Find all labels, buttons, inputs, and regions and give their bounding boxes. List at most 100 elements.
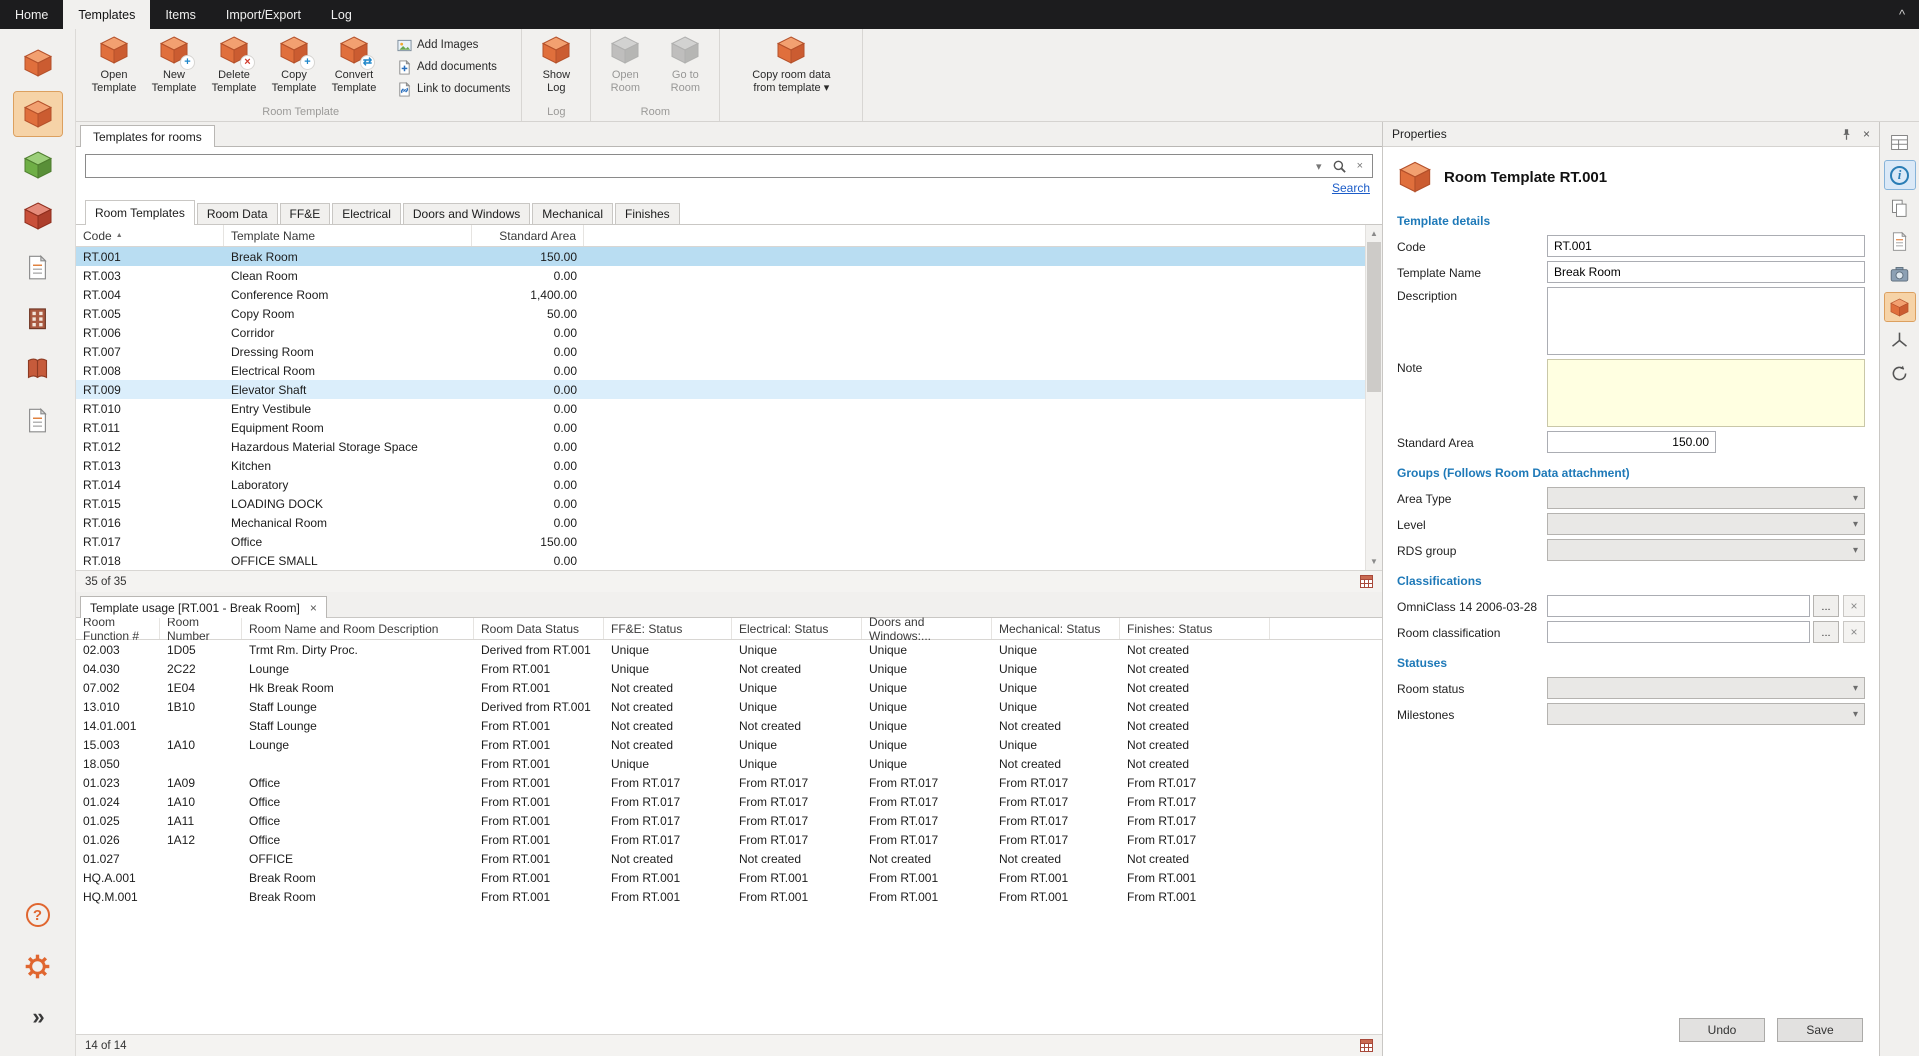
- show-log-button[interactable]: Show Log: [527, 31, 585, 105]
- scroll-thumb[interactable]: [1367, 242, 1381, 392]
- copy-template-button[interactable]: + Copy Template: [265, 31, 323, 105]
- template-row[interactable]: RT.007 Dressing Room 0.00: [76, 342, 1382, 361]
- go-to-room-button[interactable]: Go to Room: [656, 31, 714, 105]
- note-textarea[interactable]: [1547, 359, 1865, 427]
- description-textarea[interactable]: [1547, 287, 1865, 355]
- column-header-room-data-status[interactable]: Room Data Status: [474, 618, 604, 639]
- sidebar-item-products[interactable]: [14, 194, 62, 238]
- undo-button[interactable]: Undo: [1679, 1018, 1765, 1042]
- column-header-doors-windows-status[interactable]: Doors and Windows:...: [862, 618, 992, 639]
- open-room-button[interactable]: Open Room: [596, 31, 654, 105]
- settings-button[interactable]: [14, 944, 62, 988]
- template-row[interactable]: RT.009 Elevator Shaft 0.00: [76, 380, 1382, 399]
- usage-row[interactable]: 04.030 2C22 Lounge From RT.001 Unique No…: [76, 659, 1382, 678]
- omniclass-browse-button[interactable]: ...: [1813, 595, 1839, 617]
- sidebar-item-rooms[interactable]: [14, 41, 62, 85]
- omniclass-clear-button[interactable]: ×: [1843, 595, 1865, 617]
- template-row[interactable]: RT.008 Electrical Room 0.00: [76, 361, 1382, 380]
- subtab[interactable]: FF&E: [280, 203, 331, 224]
- subtab[interactable]: Doors and Windows: [403, 203, 530, 224]
- usage-row[interactable]: 15.003 1A10 Lounge From RT.001 Not creat…: [76, 735, 1382, 754]
- search-icon[interactable]: [1327, 159, 1352, 174]
- tab-template-usage[interactable]: Template usage [RT.001 - Break Room] ×: [80, 596, 327, 618]
- menu-item[interactable]: Templates: [63, 0, 150, 29]
- subtab[interactable]: Room Data: [197, 203, 278, 224]
- rds-group-select[interactable]: ▾: [1547, 539, 1865, 561]
- documents-panel-button[interactable]: [1885, 194, 1915, 222]
- template-row[interactable]: RT.005 Copy Room 50.00: [76, 304, 1382, 323]
- template-row[interactable]: RT.016 Mechanical Room 0.00: [76, 513, 1382, 532]
- tab-templates-for-rooms[interactable]: Templates for rooms: [80, 125, 215, 147]
- level-select[interactable]: ▾: [1547, 513, 1865, 535]
- template-row[interactable]: RT.012 Hazardous Material Storage Space …: [76, 437, 1382, 456]
- column-header-electrical-status[interactable]: Electrical: Status: [732, 618, 862, 639]
- usage-row[interactable]: 07.002 1E04 Hk Break Room From RT.001 No…: [76, 678, 1382, 697]
- sidebar-item-items[interactable]: [14, 143, 62, 187]
- template-row[interactable]: RT.013 Kitchen 0.00: [76, 456, 1382, 475]
- close-usage-tab-icon[interactable]: ×: [310, 601, 317, 615]
- usage-row[interactable]: 01.025 1A11 Office From RT.001 From RT.0…: [76, 811, 1382, 830]
- sidebar-item-documents[interactable]: [14, 245, 62, 289]
- scroll-track[interactable]: [1366, 242, 1382, 553]
- template-row[interactable]: RT.015 LOADING DOCK 0.00: [76, 494, 1382, 513]
- sidebar-item-logs[interactable]: [14, 398, 62, 442]
- template-row[interactable]: RT.014 Laboratory 0.00: [76, 475, 1382, 494]
- table-layout-icon[interactable]: [1360, 575, 1373, 588]
- new-template-button[interactable]: + New Template: [145, 31, 203, 105]
- room-classification-input[interactable]: [1547, 621, 1810, 643]
- sidebar-item-building[interactable]: [14, 296, 62, 340]
- usage-row[interactable]: 01.023 1A09 Office From RT.001 From RT.0…: [76, 773, 1382, 792]
- template-row[interactable]: RT.003 Clean Room 0.00: [76, 266, 1382, 285]
- template-row[interactable]: RT.017 Office 150.00: [76, 532, 1382, 551]
- templates-scrollbar[interactable]: ▲ ▼: [1365, 225, 1382, 570]
- subtab[interactable]: Finishes: [615, 203, 680, 224]
- search-options-icon[interactable]: ▾: [1311, 160, 1327, 173]
- model-panel-button[interactable]: [1885, 326, 1915, 354]
- template-row[interactable]: RT.011 Equipment Room 0.00: [76, 418, 1382, 437]
- panel-layout-button[interactable]: [1885, 128, 1915, 156]
- expand-sidebar-button[interactable]: »: [14, 995, 62, 1039]
- close-panel-icon[interactable]: ×: [1863, 127, 1870, 141]
- collapse-ribbon-icon[interactable]: ^: [1885, 0, 1919, 29]
- usage-row[interactable]: 14.01.001 Staff Lounge From RT.001 Not c…: [76, 716, 1382, 735]
- template-row[interactable]: RT.004 Conference Room 1,400.00: [76, 285, 1382, 304]
- open-template-button[interactable]: Open Template: [85, 31, 143, 105]
- room-status-select[interactable]: ▾: [1547, 677, 1865, 699]
- clear-search-icon[interactable]: ×: [1352, 160, 1368, 172]
- table-layout-icon[interactable]: [1360, 1039, 1373, 1052]
- omniclass-input[interactable]: [1547, 595, 1810, 617]
- link-to-documents-button[interactable]: Link to documents: [391, 79, 516, 99]
- standard-area-input[interactable]: [1547, 431, 1716, 453]
- column-header-standard-area[interactable]: Standard Area: [472, 225, 584, 246]
- usage-row[interactable]: 13.010 1B10 Staff Lounge Derived from RT…: [76, 697, 1382, 716]
- template-name-input[interactable]: [1547, 261, 1865, 283]
- subtab[interactable]: Room Templates: [85, 200, 195, 225]
- usage-row[interactable]: HQ.A.001 Break Room From RT.001 From RT.…: [76, 868, 1382, 887]
- template-row[interactable]: RT.018 OFFICE SMALL 0.00: [76, 551, 1382, 570]
- column-header-template-name[interactable]: Template Name: [224, 225, 472, 246]
- scroll-up-icon[interactable]: ▲: [1366, 225, 1382, 242]
- room-classification-clear-button[interactable]: ×: [1843, 621, 1865, 643]
- menu-item[interactable]: Import/Export: [211, 0, 316, 29]
- column-header-finishes-status[interactable]: Finishes: Status: [1120, 618, 1270, 639]
- save-button[interactable]: Save: [1777, 1018, 1863, 1042]
- room-classification-browse-button[interactable]: ...: [1813, 621, 1839, 643]
- images-panel-button[interactable]: [1885, 260, 1915, 288]
- info-panel-button[interactable]: i: [1885, 161, 1915, 189]
- add-images-button[interactable]: Add Images: [391, 35, 516, 55]
- sidebar-item-room-templates[interactable]: [14, 92, 62, 136]
- usage-row[interactable]: 18.050 From RT.001 Unique Unique Unique …: [76, 754, 1382, 773]
- column-header-ffe-status[interactable]: FF&E: Status: [604, 618, 732, 639]
- milestones-select[interactable]: ▾: [1547, 703, 1865, 725]
- scroll-down-icon[interactable]: ▼: [1366, 553, 1382, 570]
- usage-row[interactable]: 02.003 1D05 Trmt Rm. Dirty Proc. Derived…: [76, 640, 1382, 659]
- search-input[interactable]: [86, 155, 1311, 177]
- area-type-select[interactable]: ▾: [1547, 487, 1865, 509]
- template-row[interactable]: RT.006 Corridor 0.00: [76, 323, 1382, 342]
- column-header-room-name[interactable]: Room Name and Room Description: [242, 618, 474, 639]
- code-input[interactable]: [1547, 235, 1865, 257]
- template-row[interactable]: RT.010 Entry Vestibule 0.00: [76, 399, 1382, 418]
- subtab[interactable]: Electrical: [332, 203, 401, 224]
- revisions-panel-button[interactable]: [1885, 359, 1915, 387]
- convert-template-button[interactable]: ⇄ Convert Template: [325, 31, 383, 105]
